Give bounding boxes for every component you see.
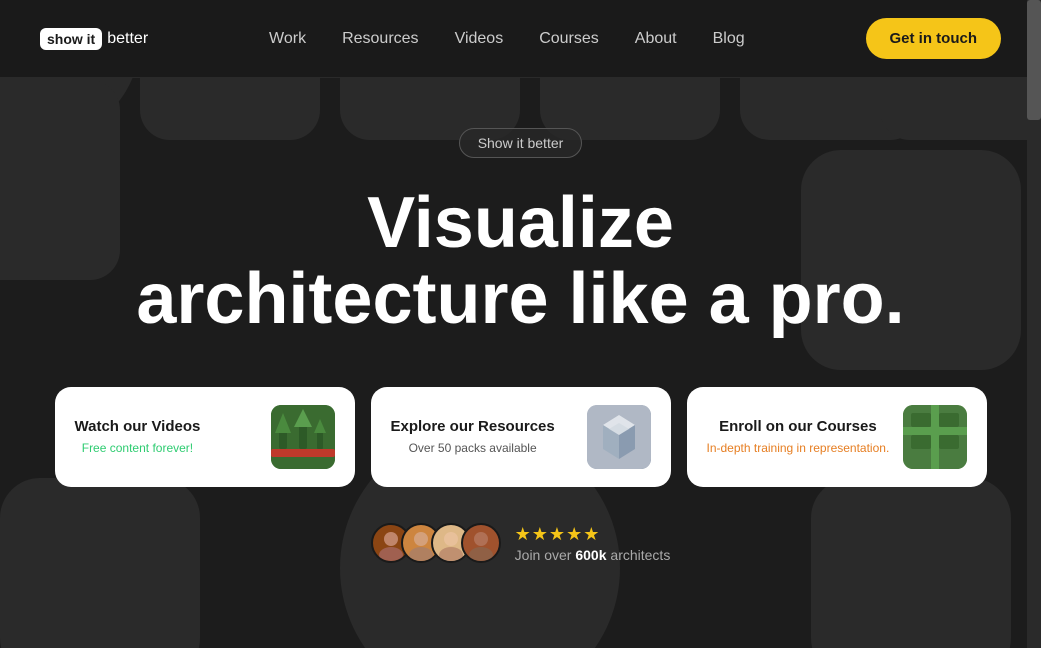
social-proof: ★★★★★ Join over 600k architects — [371, 523, 671, 563]
resources-card-title: Explore our Resources — [391, 418, 555, 435]
nav-about[interactable]: About — [635, 30, 677, 47]
nav-resources[interactable]: Resources — [342, 30, 418, 47]
star-rating: ★★★★★ — [515, 524, 601, 545]
forest-thumbnail — [271, 405, 335, 469]
resources-card[interactable]: Explore our Resources Over 50 packs avai… — [371, 387, 671, 487]
page-wrapper: show it better Work Resources Videos Cou… — [0, 0, 1041, 648]
courses-card-text: Enroll on our Courses In-depth training … — [707, 418, 890, 457]
rating-text: ★★★★★ Join over 600k architects — [515, 524, 671, 563]
navbar: show it better Work Resources Videos Cou… — [0, 0, 1041, 78]
avatar-group — [371, 523, 501, 563]
resources-card-subtitle: Over 50 packs available — [409, 441, 537, 455]
get-in-touch-button[interactable]: Get in touch — [866, 18, 1002, 59]
hero-title: Visualize architecture like a pro. — [136, 186, 904, 337]
videos-card-subtitle: Free content forever! — [82, 441, 193, 455]
nav-videos[interactable]: Videos — [455, 30, 504, 47]
avatar — [461, 523, 501, 563]
videos-card[interactable]: Watch our Videos Free content forever! — [55, 387, 355, 487]
videos-card-text: Watch our Videos Free content forever! — [75, 418, 201, 457]
hero-badge: Show it better — [459, 128, 583, 158]
courses-card-title: Enroll on our Courses — [707, 418, 890, 435]
logo-text: better — [107, 30, 148, 48]
resources-card-text: Explore our Resources Over 50 packs avai… — [391, 418, 555, 457]
scrollbar-thumb[interactable] — [1027, 0, 1041, 120]
logo-box: show it — [40, 28, 102, 50]
videos-card-title: Watch our Videos — [75, 418, 201, 435]
resources-card-image — [587, 405, 651, 469]
courses-card-subtitle: In-depth training in representation. — [707, 441, 890, 455]
join-count-text: Join over 600k architects — [515, 547, 671, 563]
courses-card[interactable]: Enroll on our Courses In-depth training … — [687, 387, 987, 487]
courses-card-image — [903, 405, 967, 469]
hero-section: Show it better Visualize architecture li… — [0, 78, 1041, 563]
feature-cards: Watch our Videos Free content forever! — [15, 387, 1027, 487]
arch-thumbnail — [587, 405, 651, 469]
scrollbar[interactable] — [1027, 0, 1041, 648]
nav-courses[interactable]: Courses — [539, 30, 599, 47]
videos-card-image — [271, 405, 335, 469]
nav-blog[interactable]: Blog — [713, 30, 745, 47]
aerial-thumbnail — [903, 405, 967, 469]
nav-links: Work Resources Videos Courses About Blog — [269, 30, 745, 48]
nav-work[interactable]: Work — [269, 30, 306, 47]
logo[interactable]: show it better — [40, 28, 148, 50]
